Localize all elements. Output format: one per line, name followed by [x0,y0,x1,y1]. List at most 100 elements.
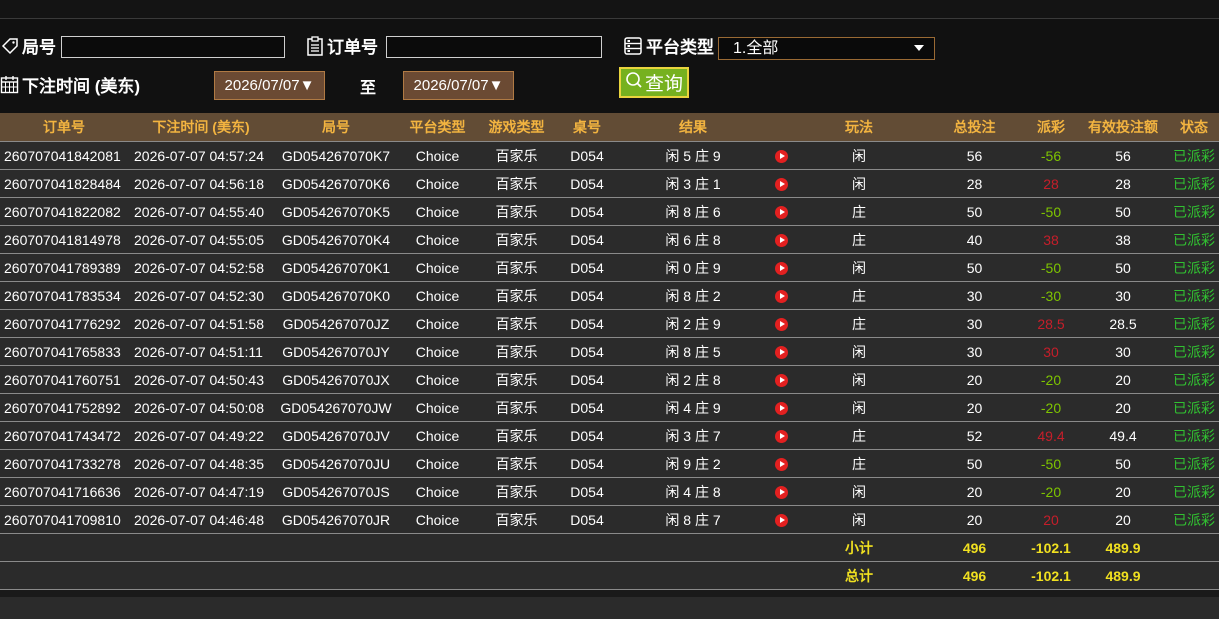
date-from-picker[interactable]: 2026/07/07▼ [214,71,325,100]
cell-replay[interactable] [768,505,794,534]
cell-platform: Choice [398,253,477,282]
play-icon[interactable] [774,318,788,332]
total-row-total-bet: 496 [924,561,1025,590]
cell-valid-bet: 50 [1077,197,1169,226]
cell-game-type: 百家乐 [477,505,556,534]
cell-bet-option: 闲 [794,141,924,170]
cell-result: 闲 3 庄 7 [618,421,768,450]
subtotal-row-valid-bet: 489.9 [1077,533,1169,562]
play-icon[interactable] [774,402,788,416]
cell-status: 已派彩 [1169,225,1219,254]
cell-round-no: GD054267070K7 [274,141,398,170]
col-header-table-no: 桌号 [556,113,618,142]
cell-round-no: GD054267070JR [274,505,398,534]
play-icon[interactable] [774,458,788,472]
cell-bet-option: 闲 [794,365,924,394]
cell-replay[interactable] [768,309,794,338]
play-icon[interactable] [774,374,788,388]
table-header-row: 订单号 下注时间 (美东) 局号 平台类型 游戏类型 桌号 结果 玩法 总投注 … [0,113,1219,142]
col-header-game-type: 游戏类型 [477,113,556,142]
cell-replay[interactable] [768,141,794,170]
summary-cell-empty [768,533,794,562]
cell-valid-bet: 28.5 [1077,309,1169,338]
query-button[interactable]: 查询 [619,67,689,98]
cell-total-bet: 20 [924,365,1025,394]
cell-game-type: 百家乐 [477,141,556,170]
cell-replay[interactable] [768,365,794,394]
cell-payout: -20 [1025,393,1077,422]
cell-order-no: 260707041760751 [0,365,128,394]
cell-payout: 28.5 [1025,309,1077,338]
platform-type-select[interactable]: 1.全部 [718,37,935,60]
summary-cell-empty [398,561,477,590]
cell-round-no: GD054267070K5 [274,197,398,226]
play-icon[interactable] [774,486,788,500]
col-header-result: 结果 [618,113,768,142]
play-icon[interactable] [774,514,788,528]
cell-bet-time: 2026-07-07 04:50:08 [128,393,274,422]
order-number-input[interactable] [386,36,602,58]
play-icon[interactable] [774,178,788,192]
cell-replay[interactable] [768,225,794,254]
cell-status: 已派彩 [1169,449,1219,478]
date-to-picker[interactable]: 2026/07/07▼ [403,71,514,100]
cell-status: 已派彩 [1169,421,1219,450]
cell-bet-time: 2026-07-07 04:57:24 [128,141,274,170]
col-header-status: 状态 [1169,113,1219,142]
table-row: 260707041733278 2026-07-07 04:48:35 GD0542… [0,449,1219,478]
total-row: 总计 496 -102.1 489.9 [0,561,1219,590]
summary-cell-empty [128,533,274,562]
play-icon[interactable] [774,290,788,304]
server-list-icon [623,36,643,56]
col-header-platform: 平台类型 [398,113,477,142]
play-icon[interactable] [774,262,788,276]
cell-platform: Choice [398,449,477,478]
cell-round-no: GD054267070JS [274,477,398,506]
cell-table-no: D054 [556,449,618,478]
play-icon[interactable] [774,234,788,248]
platform-selected-value: 1.全部 [733,40,779,57]
tag-icon [1,37,19,55]
chevron-down-icon [914,45,924,51]
cell-replay[interactable] [768,197,794,226]
order-filter-label: 订单号 [306,33,378,58]
col-header-valid-bet: 有效投注额 [1077,113,1169,142]
cell-replay[interactable] [768,281,794,310]
cell-platform: Choice [398,141,477,170]
table-row: 260707041760751 2026-07-07 04:50:43 GD0542… [0,365,1219,394]
cell-bet-time: 2026-07-07 04:55:05 [128,225,274,254]
filter-panel [0,19,1219,113]
cell-result: 闲 6 庄 8 [618,225,768,254]
table-row: 260707041776292 2026-07-07 04:51:58 GD0542… [0,309,1219,338]
play-icon[interactable] [774,346,788,360]
cell-table-no: D054 [556,337,618,366]
cell-replay[interactable] [768,253,794,282]
cell-replay[interactable] [768,337,794,366]
round-input[interactable] [61,36,285,58]
cell-replay[interactable] [768,449,794,478]
play-icon[interactable] [774,150,788,164]
play-icon[interactable] [774,430,788,444]
cell-round-no: GD054267070JV [274,421,398,450]
col-header-round-no: 局号 [274,113,398,142]
cell-replay[interactable] [768,421,794,450]
cell-table-no: D054 [556,253,618,282]
cell-valid-bet: 20 [1077,505,1169,534]
col-header-bet-time: 下注时间 (美东) [128,113,274,142]
cell-valid-bet: 38 [1077,225,1169,254]
clipboard-icon [306,35,324,56]
cell-replay[interactable] [768,393,794,422]
play-icon[interactable] [774,206,788,220]
cell-platform: Choice [398,309,477,338]
cell-result: 闲 5 庄 9 [618,141,768,170]
cell-table-no: D054 [556,393,618,422]
col-header-order-no: 订单号 [0,113,128,142]
cell-replay[interactable] [768,169,794,198]
cell-total-bet: 20 [924,477,1025,506]
cell-replay[interactable] [768,477,794,506]
cell-table-no: D054 [556,225,618,254]
cell-game-type: 百家乐 [477,393,556,422]
cell-game-type: 百家乐 [477,197,556,226]
cell-result: 闲 8 庄 2 [618,281,768,310]
cell-platform: Choice [398,365,477,394]
